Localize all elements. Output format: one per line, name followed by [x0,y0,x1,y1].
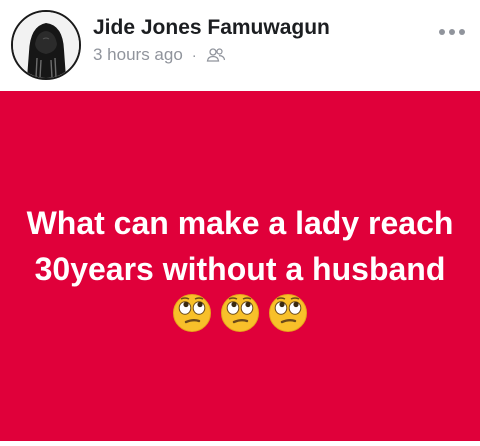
post-meta: 3 hours ago · [93,44,226,66]
author-avatar[interactable] [11,10,81,80]
post-text-line-1: What can make a lady reach [26,205,454,241]
more-options-icon[interactable] [438,24,466,40]
author-name[interactable]: Jide Jones Famuwagun [93,16,330,40]
emoji-row [0,293,480,335]
post-timestamp[interactable]: 3 hours ago [93,45,183,65]
face-with-rolling-eyes-icon [173,294,211,332]
post-text: What can make a lady reach 30years witho… [0,200,480,292]
post-footer [0,441,480,446]
face-with-rolling-eyes-icon [269,294,307,332]
meta-separator: · [191,46,197,64]
post-body[interactable]: What can make a lady reach 30years witho… [0,91,480,441]
post-header: Jide Jones Famuwagun 3 hours ago · [0,0,480,91]
face-with-rolling-eyes-icon [221,294,259,332]
facebook-post: Jide Jones Famuwagun 3 hours ago · What … [0,0,480,446]
friends-icon[interactable] [206,47,226,63]
post-text-line-2: 30years without a husband [34,251,446,287]
